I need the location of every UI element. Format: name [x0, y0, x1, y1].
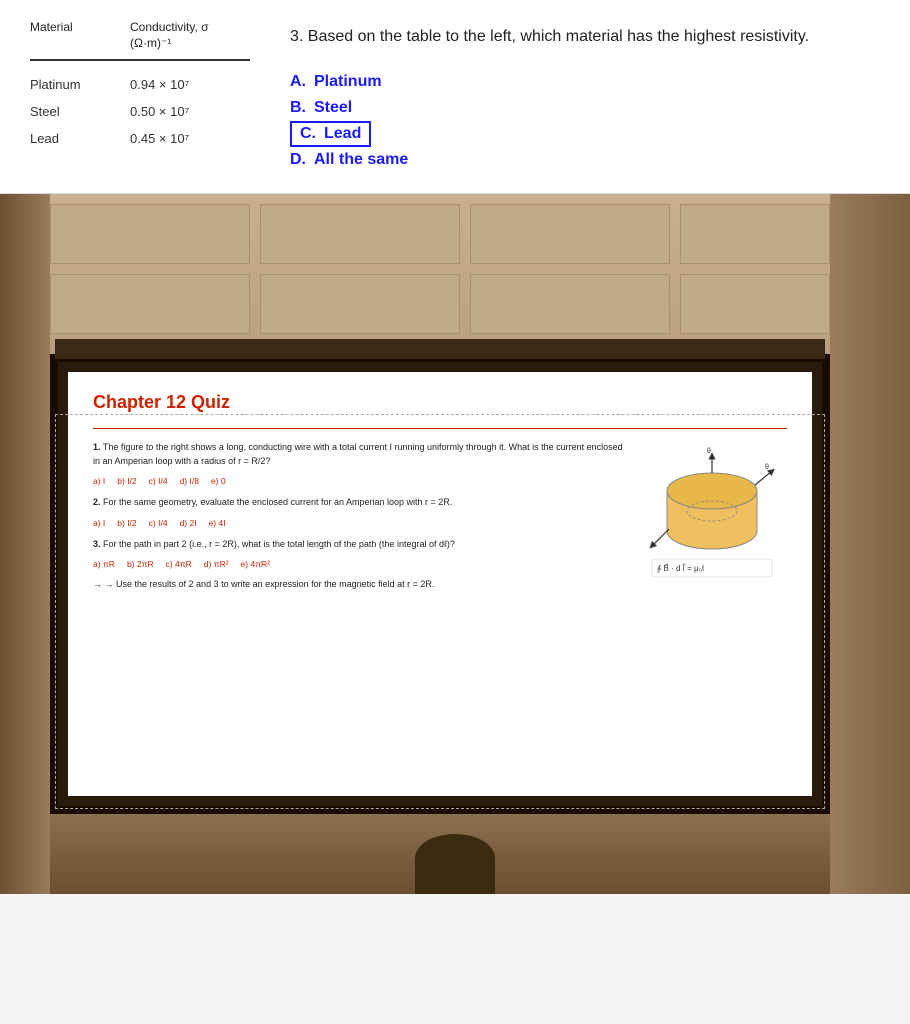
answer-d[interactable]: D. All the same [290, 147, 880, 173]
answer-b[interactable]: B. Steel [290, 95, 880, 121]
cylinder-svg: θ θ ∮ B⃗ · d l⃗ = μ₀I [647, 441, 777, 581]
slide-q2: 2. For the same geometry, evaluate the e… [93, 496, 632, 510]
q3-text: For the path in part 2 (i.e., r = 2R), w… [103, 539, 455, 549]
q2-ans-c: c) I/4 [149, 518, 168, 528]
question-text: 3. Based on the table to the left, which… [290, 25, 880, 49]
q1-ans-a: a) I [93, 476, 105, 486]
material-value: 0.94 × 10⁷ [130, 77, 250, 92]
answer-list: A. Platinum B. Steel C. Lead D. All the … [290, 69, 880, 173]
slide-arrow-text: → → Use the results of 2 and 3 to write … [93, 579, 632, 589]
material-table: Material Conductivity, σ (Ω·m)⁻¹ Platinu… [30, 20, 250, 173]
q2-ans-e: e) 4I [209, 518, 226, 528]
slide-title: Chapter 12 Quiz [93, 392, 787, 413]
q2-num: 2. [93, 497, 101, 507]
q3-ans-a: a) πR [93, 559, 115, 569]
q1-ans-d: d) I/8 [180, 476, 199, 486]
q1-ans-e: e) 0 [211, 476, 226, 486]
table-row: Platinum 0.94 × 10⁷ [30, 71, 250, 98]
q2-ans-d: d) 2I [180, 518, 197, 528]
projector-screen-content: Chapter 12 Quiz 1. The figure to the rig… [68, 372, 812, 796]
q3-ans-c: c) 4πR [166, 559, 192, 569]
q2-text: For the same geometry, evaluate the encl… [103, 497, 452, 507]
answer-letter-a: A. [290, 73, 306, 91]
material-value: 0.45 × 10⁷ [130, 131, 250, 146]
material-name: Platinum [30, 77, 120, 92]
col-conductivity-header: Conductivity, σ (Ω·m)⁻¹ [130, 20, 250, 51]
arrow-icon: → [93, 579, 102, 589]
svg-text:θ: θ [707, 448, 711, 455]
svg-text:∮ B⃗ · d l⃗ = μ₀I: ∮ B⃗ · d l⃗ = μ₀I [657, 563, 704, 573]
table-row: Lead 0.45 × 10⁷ [30, 125, 250, 152]
ceiling [0, 194, 910, 354]
answer-letter-b: B. [290, 99, 306, 117]
top-content-section: Material Conductivity, σ (Ω·m)⁻¹ Platinu… [0, 0, 910, 194]
slide-q3: 3. For the path in part 2 (i.e., r = 2R)… [93, 538, 632, 552]
question-body: Based on the table to the left, which ma… [308, 28, 809, 45]
table-header-row: Material Conductivity, σ (Ω·m)⁻¹ [30, 20, 250, 61]
q1-text: The figure to the right shows a long, co… [93, 442, 623, 466]
person-silhouette [415, 834, 495, 894]
question-section: 3. Based on the table to the left, which… [290, 20, 880, 173]
q1-num: 1. [93, 442, 101, 452]
answer-text-d: All the same [314, 151, 408, 169]
classroom-photo: Chapter 12 Quiz 1. The figure to the rig… [0, 194, 910, 894]
answer-text-a: Platinum [314, 73, 382, 91]
answer-letter-d: D. [290, 151, 306, 169]
answer-c[interactable]: C. Lead [290, 121, 371, 147]
answer-text-b: Steel [314, 99, 352, 117]
q3-num: 3. [93, 539, 101, 549]
col-material-header: Material [30, 20, 120, 34]
cylinder-diagram: θ θ ∮ B⃗ · d l⃗ = μ₀I [647, 441, 787, 589]
q1-ans-c: c) I/4 [149, 476, 168, 486]
slide-left: 1. The figure to the right shows a long,… [93, 441, 632, 589]
material-name: Lead [30, 131, 120, 146]
q2-ans-a: a) I [93, 518, 105, 528]
table-row: Steel 0.50 × 10⁷ [30, 98, 250, 125]
q3-ans-b: b) 2πR [127, 559, 154, 569]
slide-q1-answers: a) I b) I/2 c) I/4 d) I/8 e) 0 [93, 476, 632, 486]
slide-q2-answers: a) I b) I/2 c) I/4 d) 2I e) 4I [93, 518, 632, 528]
material-name: Steel [30, 104, 120, 119]
classroom-photo-section: Chapter 12 Quiz 1. The figure to the rig… [0, 194, 910, 894]
slide-q3-answers: a) πR b) 2πR c) 4πR d) πR² e) 4πR² [93, 559, 632, 569]
material-value: 0.50 × 10⁷ [130, 104, 250, 119]
q2-ans-b: b) I/2 [117, 518, 136, 528]
q3-ans-d: d) πR² [204, 559, 229, 569]
answer-letter-c: C. [300, 125, 316, 143]
answer-a[interactable]: A. Platinum [290, 69, 880, 95]
slide-row: 1. The figure to the right shows a long,… [93, 441, 787, 589]
projector-screen-frame: Chapter 12 Quiz 1. The figure to the rig… [50, 354, 830, 814]
slide-q1: 1. The figure to the right shows a long,… [93, 441, 632, 468]
svg-text:θ: θ [765, 464, 769, 471]
right-wall [830, 194, 910, 894]
answer-text-c: Lead [324, 125, 361, 143]
question-number: 3. [290, 28, 303, 45]
arrow-text: → Use the results of 2 and 3 to write an… [105, 579, 435, 589]
left-wall [0, 194, 50, 894]
q3-ans-e: e) 4πR² [241, 559, 270, 569]
screen-top-bar [55, 339, 825, 359]
q1-ans-b: b) I/2 [117, 476, 136, 486]
